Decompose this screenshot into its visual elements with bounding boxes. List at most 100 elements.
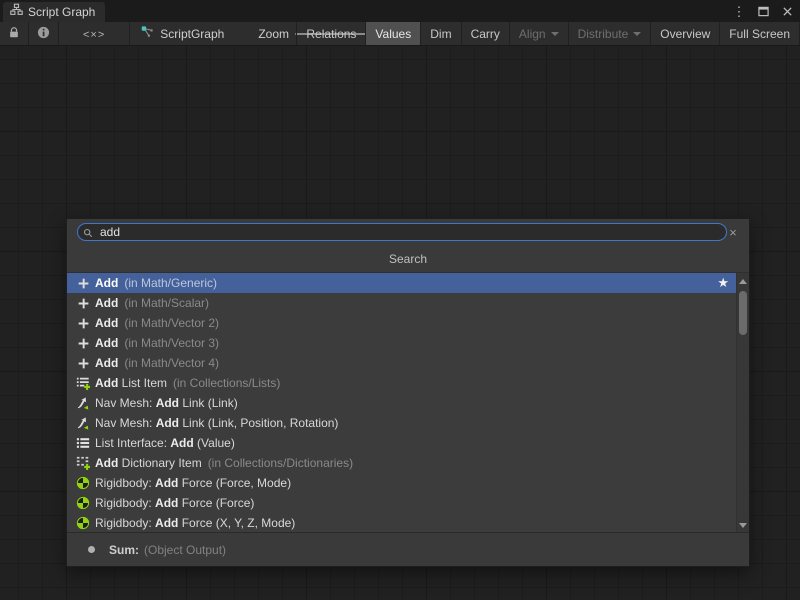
scroll-up-icon[interactable] bbox=[737, 275, 749, 287]
info-icon bbox=[37, 26, 50, 42]
result-dim: (in Math/Vector 2) bbox=[124, 316, 219, 330]
toolbar-button-full-screen[interactable]: Full Screen bbox=[720, 22, 800, 45]
tab-script-graph[interactable]: Script Graph bbox=[3, 2, 105, 22]
toolbar-button-relations[interactable]: Relations bbox=[297, 22, 366, 45]
toolbar-button-label: Distribute bbox=[578, 27, 629, 41]
result-bold: Add bbox=[170, 436, 193, 450]
lock-button[interactable] bbox=[0, 22, 29, 45]
chevron-down-icon bbox=[633, 32, 641, 36]
list-icon bbox=[75, 435, 91, 451]
result-rest: List Item bbox=[118, 376, 167, 390]
plus-icon bbox=[75, 315, 91, 331]
rigidbody-icon bbox=[75, 475, 91, 491]
code-button[interactable]: <×> bbox=[59, 22, 130, 45]
graph-title-group: ScriptGraph bbox=[130, 22, 234, 45]
search-result-row[interactable]: Add (in Math/Generic) ★ bbox=[67, 273, 736, 293]
result-rest: Force (Force) bbox=[178, 496, 254, 510]
result-rest: Dictionary Item bbox=[118, 456, 201, 470]
result-prefix: Rigidbody: bbox=[95, 516, 155, 530]
scrollbar[interactable] bbox=[736, 273, 749, 533]
toolbar-button-distribute: Distribute bbox=[569, 22, 652, 45]
toolbar-button-dim[interactable]: Dim bbox=[421, 22, 461, 45]
info-button[interactable] bbox=[29, 22, 59, 45]
search-result-row[interactable]: Add List Item(in Collections/Lists) bbox=[67, 373, 736, 393]
lock-icon bbox=[8, 26, 20, 42]
rigidbody-icon bbox=[75, 515, 91, 531]
scrollbar-thumb[interactable] bbox=[739, 291, 747, 335]
search-results-header: Search bbox=[67, 245, 749, 273]
result-bold: Add bbox=[155, 496, 178, 510]
toolbar-button-values[interactable]: Values bbox=[366, 22, 421, 45]
result-dim: (in Math/Vector 3) bbox=[124, 336, 219, 350]
rigidbody-icon bbox=[75, 495, 91, 511]
search-result-row[interactable]: Rigidbody: Add Force (Force, Mode) bbox=[67, 473, 736, 493]
search-input[interactable] bbox=[77, 223, 727, 241]
result-dim: (in Math/Vector 4) bbox=[124, 356, 219, 370]
graph-hierarchy-icon bbox=[10, 3, 23, 21]
result-bold: Add bbox=[95, 376, 118, 390]
navmesh-icon bbox=[75, 415, 91, 431]
plus-icon bbox=[75, 275, 91, 291]
output-port-icon bbox=[88, 546, 95, 553]
maximize-icon[interactable] bbox=[756, 4, 770, 18]
result-rest: Force (Force, Mode) bbox=[178, 476, 291, 490]
result-bold: Add bbox=[95, 316, 118, 330]
result-rest: Link (Link, Position, Rotation) bbox=[179, 416, 338, 430]
search-result-row[interactable]: Nav Mesh: Add Link (Link, Position, Rota… bbox=[67, 413, 736, 433]
result-dim: (in Math/Generic) bbox=[124, 276, 217, 290]
plus-icon bbox=[75, 335, 91, 351]
result-bold: Add bbox=[155, 516, 178, 530]
search-result-row[interactable]: Rigidbody: Add Force (X, Y, Z, Mode) bbox=[67, 513, 736, 533]
footer-port-type: (Object Output) bbox=[144, 543, 226, 557]
footer-port-name: Sum: bbox=[109, 543, 139, 557]
result-preview-footer: Sum: (Object Output) bbox=[67, 532, 749, 566]
result-dim: (in Math/Scalar) bbox=[124, 296, 209, 310]
result-bold: Add bbox=[156, 396, 179, 410]
search-result-row[interactable]: Add (in Math/Scalar) bbox=[67, 293, 736, 313]
search-result-row[interactable]: Nav Mesh: Add Link (Link) bbox=[67, 393, 736, 413]
toolbar-button-overview[interactable]: Overview bbox=[651, 22, 720, 45]
toolbar-button-label: Carry bbox=[471, 27, 500, 41]
toolbar-button-label: Dim bbox=[430, 27, 451, 41]
toolbar-right-buttons: Relations Values Dim Carry Align Distribute Ov… bbox=[296, 22, 800, 45]
search-result-row[interactable]: List Interface: Add (Value) bbox=[67, 433, 736, 453]
dict-add-icon bbox=[75, 455, 91, 471]
search-close-icon[interactable]: × bbox=[725, 223, 741, 241]
search-result-row[interactable]: Add (in Math/Vector 2) bbox=[67, 313, 736, 333]
result-prefix: Rigidbody: bbox=[95, 496, 155, 510]
toolbar-button-label: Full Screen bbox=[729, 27, 790, 41]
close-icon[interactable] bbox=[780, 4, 794, 18]
search-result-row[interactable]: Rigidbody: Add Force (Force) bbox=[67, 493, 736, 513]
navmesh-icon bbox=[75, 395, 91, 411]
code-icon: <×> bbox=[83, 27, 105, 41]
toolbar-button-label: Overview bbox=[660, 27, 710, 41]
kebab-menu-icon[interactable]: ⋮ bbox=[732, 4, 746, 18]
result-prefix: Nav Mesh: bbox=[95, 396, 156, 410]
result-prefix: Rigidbody: bbox=[95, 476, 155, 490]
graph-toolbar: <×> ScriptGraph Zoom 1x RelationsValuesD… bbox=[0, 22, 800, 46]
toolbar-left-buttons: <×> bbox=[0, 22, 130, 45]
window-controls: ⋮ bbox=[732, 0, 794, 22]
toolbar-button-carry[interactable]: Carry bbox=[462, 22, 510, 45]
result-rest: Force (X, Y, Z, Mode) bbox=[178, 516, 295, 530]
list-add-icon bbox=[75, 375, 91, 391]
toolbar-button-align: Align bbox=[510, 22, 569, 45]
result-bold: Add bbox=[95, 296, 118, 310]
result-bold: Add bbox=[156, 416, 179, 430]
scroll-down-icon[interactable] bbox=[737, 519, 749, 531]
zoom-label: Zoom bbox=[258, 27, 289, 41]
search-result-row[interactable]: Add(in Math/Vector 4) bbox=[67, 353, 736, 373]
toolbar-button-label: Values bbox=[375, 27, 411, 41]
result-prefix: List Interface: bbox=[95, 436, 170, 450]
search-row: × bbox=[67, 219, 749, 245]
search-result-row[interactable]: Add(in Math/Vector 3) bbox=[67, 333, 736, 353]
graph-title-label: ScriptGraph bbox=[160, 27, 224, 41]
result-rest: Link (Link) bbox=[179, 396, 238, 410]
search-result-row[interactable]: Add Dictionary Item(in Collections/Dicti… bbox=[67, 453, 736, 473]
fuzzy-finder-dialog: × Search Add(in Math/Generic)★Add(in Mat… bbox=[66, 218, 750, 567]
script-graph-icon bbox=[140, 25, 154, 42]
result-rest: (Value) bbox=[194, 436, 235, 450]
favorite-star-icon[interactable]: ★ bbox=[717, 275, 729, 291]
result-bold: Add bbox=[95, 276, 118, 290]
tab-label: Script Graph bbox=[28, 5, 95, 19]
